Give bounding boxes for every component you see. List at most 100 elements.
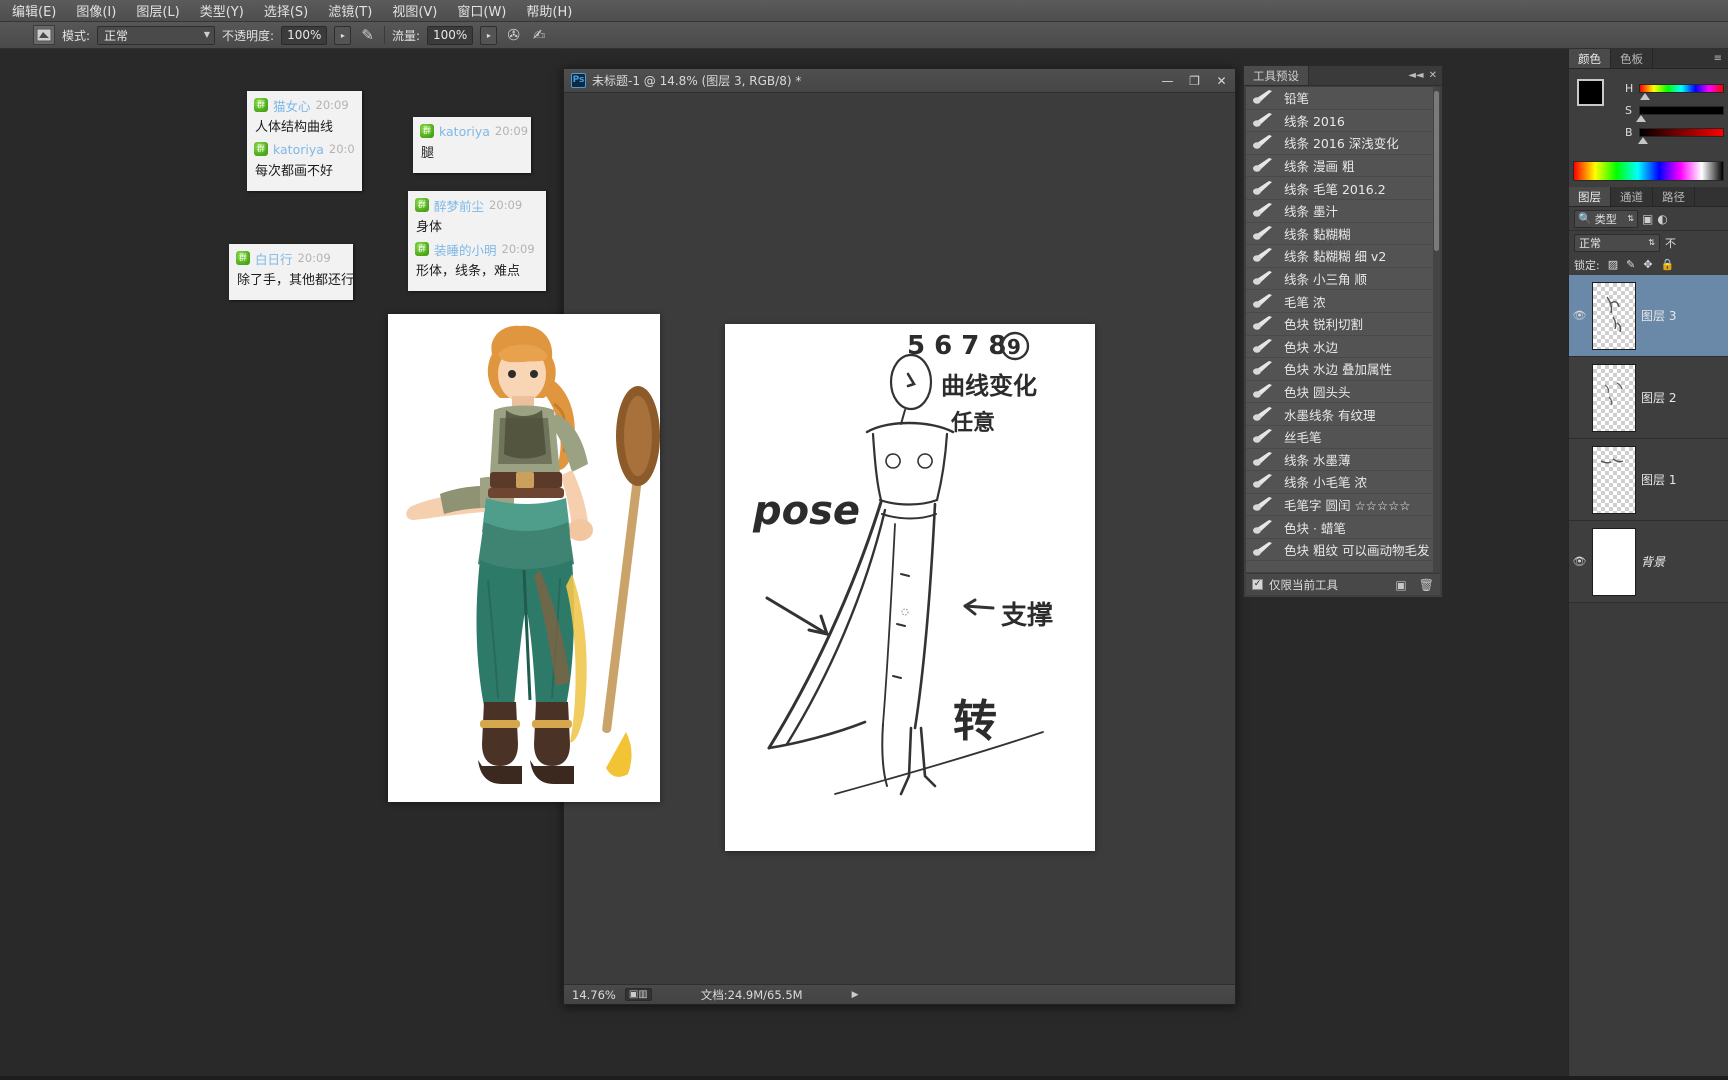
document-dimensions-icon[interactable]: ▣▥ [624,988,652,1001]
color-spectrum-ramp[interactable] [1573,161,1724,181]
layer-row[interactable]: 👁 图层 3 [1569,275,1728,357]
document-canvas[interactable]: pose 5 6 7 8 9 曲线变化 任意 支撑 转 [564,93,1235,984]
brush-icon [1253,519,1272,534]
preset-row[interactable]: 色块 水边 叠加属性 [1246,358,1440,381]
preset-row[interactable]: 线条 2016 [1246,110,1440,133]
tab-swatches[interactable]: 色板 [1611,49,1653,68]
hue-slider[interactable] [1639,83,1724,100]
tab-color[interactable]: 颜色 [1569,49,1611,68]
preset-row[interactable]: 色块 锐利切割 [1246,313,1440,336]
preset-row[interactable]: 线条 墨汁 [1246,200,1440,223]
tab-paths[interactable]: 路径 [1653,187,1695,206]
layer-thumbnail[interactable] [1592,527,1636,596]
lock-position-icon[interactable]: ✥ [1643,258,1652,271]
maximize-icon[interactable]: ❐ [1181,70,1208,92]
document-title-bar[interactable]: Ps 未标题-1 @ 14.8% (图层 3, RGB/8) * — ❐ ✕ [564,69,1235,93]
scrollbar-thumb[interactable] [1434,91,1439,251]
panel-menu-icon[interactable]: ≡ [1714,49,1728,68]
layer-visibility-icon[interactable]: 👁 [1572,555,1587,568]
close-icon[interactable]: ✕ [1429,70,1437,81]
menu-item-select[interactable]: 选择(S) [254,0,318,22]
annotation-pose: pose [752,488,860,534]
flow-input[interactable]: 100% [427,25,474,45]
slider-label-s: S [1625,103,1632,117]
slider-row-s: S [1625,99,1724,122]
lock-all-icon[interactable]: 🔒 [1661,258,1675,271]
layer-thumbnail[interactable] [1592,363,1636,432]
airbrush-icon[interactable]: ✇ [504,26,523,44]
menu-item-type[interactable]: 类型(Y) [190,0,254,22]
menu-item-layer[interactable]: 图层(L) [126,0,189,22]
layer-visibility-icon[interactable]: 👁 [1572,309,1587,322]
tab-channels[interactable]: 通道 [1611,187,1653,206]
preset-row[interactable]: 线条 小毛笔 浓 [1246,471,1440,494]
preset-row[interactable]: 毛笔字 圆闰 ☆☆☆☆☆ [1246,494,1440,517]
trash-icon[interactable]: 🗑 [1419,578,1434,592]
preset-row[interactable]: 线条 2016 深浅变化 [1246,132,1440,155]
preset-row[interactable]: 线条 毛笔 2016.2 [1246,177,1440,200]
tool-presets-list[interactable]: 铅笔 线条 2016 线条 2016 深浅变化 线条 漫画 粗 线条 毛笔 20… [1246,87,1440,572]
preset-row[interactable]: 色块 粗纹 可以画动物毛发 [1246,539,1440,562]
preset-row[interactable]: 线条 黏糊糊 细 v2 [1246,245,1440,268]
lock-transparent-icon[interactable]: ▨ [1608,258,1618,271]
preset-row[interactable]: 线条 漫画 粗 [1246,155,1440,178]
preset-row[interactable]: 色块 圆头头 [1246,381,1440,404]
layer-row[interactable]: 👁 背景 [1569,521,1728,603]
layer-thumbnail[interactable] [1592,281,1636,350]
menu-item-image[interactable]: 图像(I) [66,0,126,22]
preset-scrollbar[interactable] [1433,87,1440,572]
chat-sender-name: 装睡的小明 [434,242,497,258]
menu-item-filter[interactable]: 滤镜(T) [318,0,382,22]
chat-sender-name: 白日行 [255,251,293,267]
brush-preset-picker-icon[interactable] [33,25,55,45]
preset-row[interactable]: 线条 水墨薄 [1246,449,1440,472]
tab-layers[interactable]: 图层 [1569,187,1611,206]
chat-message-header: 群 katoriya 20:0 [254,140,355,158]
image-filter-icon[interactable]: ▣ [1642,212,1653,226]
document-title: 未标题-1 @ 14.8% (图层 3, RGB/8) * [592,74,802,88]
foreground-color-swatch[interactable] [1577,79,1604,106]
tab-tool-presets[interactable]: 工具预设 [1244,66,1309,85]
group-avatar-icon: 群 [415,198,429,212]
chat-message-header: 群 猫女心 20:09 [254,96,354,114]
tablet-pressure-icon[interactable]: ✍ [530,26,549,44]
preset-label: 毛笔 浓 [1284,294,1326,310]
layer-row[interactable]: 图层 2 [1569,357,1728,439]
character-illustration[interactable] [388,314,660,802]
opacity-stepper[interactable]: ▸ [334,25,352,45]
preset-label: 丝毛笔 [1284,430,1322,446]
menu-item-help[interactable]: 帮助(H) [516,0,582,22]
menu-item-edit[interactable]: 编辑(E) [2,0,66,22]
menu-item-window[interactable]: 窗口(W) [447,0,516,22]
blend-mode-select[interactable]: 正常 ▼ [97,25,216,45]
preset-row[interactable]: 丝毛笔 [1246,426,1440,449]
collapse-icon[interactable]: ◄◄ [1408,70,1423,81]
preset-row[interactable]: 毛笔 浓 [1246,290,1440,313]
preset-row[interactable]: 线条 小三角 顺 [1246,268,1440,291]
layer-thumbnail[interactable] [1592,445,1636,514]
layer-blend-mode-select[interactable]: 正常 ⇅ [1574,233,1660,252]
preset-row[interactable]: 色块 · 蜡笔 [1246,516,1440,539]
minimize-icon[interactable]: — [1154,70,1181,92]
preset-row[interactable]: 色块 水边 [1246,336,1440,359]
zoom-level[interactable]: 14.76% [572,988,616,1002]
lock-image-icon[interactable]: ✎ [1626,258,1635,271]
current-tool-only-checkbox[interactable]: ✓ [1252,579,1263,590]
close-icon[interactable]: ✕ [1208,70,1235,92]
flow-stepper[interactable]: ▸ [480,25,498,45]
saturation-slider[interactable] [1636,105,1724,122]
chat-timestamp: 20:09 [494,124,529,138]
layer-row[interactable]: 图层 1 [1569,439,1728,521]
menu-item-view[interactable]: 视图(V) [382,0,447,22]
brightness-slider[interactable] [1638,127,1724,144]
preset-row[interactable]: 线条 黏糊糊 [1246,223,1440,246]
opacity-input[interactable]: 100% [281,25,328,45]
preset-row[interactable]: 水墨线条 有纹理 [1246,403,1440,426]
new-preset-icon[interactable]: ▣ [1395,578,1406,592]
status-more-arrow[interactable]: ▶ [852,990,859,1000]
adjustment-filter-icon[interactable]: ◐ [1657,212,1667,226]
layer-filter-select[interactable]: 🔍 类型 ⇅ [1574,209,1638,228]
pose-sketch-canvas[interactable]: pose 5 6 7 8 9 曲线变化 任意 支撑 转 [725,324,1095,851]
opacity-pressure-icon[interactable]: ✎ [358,26,377,44]
preset-row[interactable]: 铅笔 [1246,87,1440,110]
